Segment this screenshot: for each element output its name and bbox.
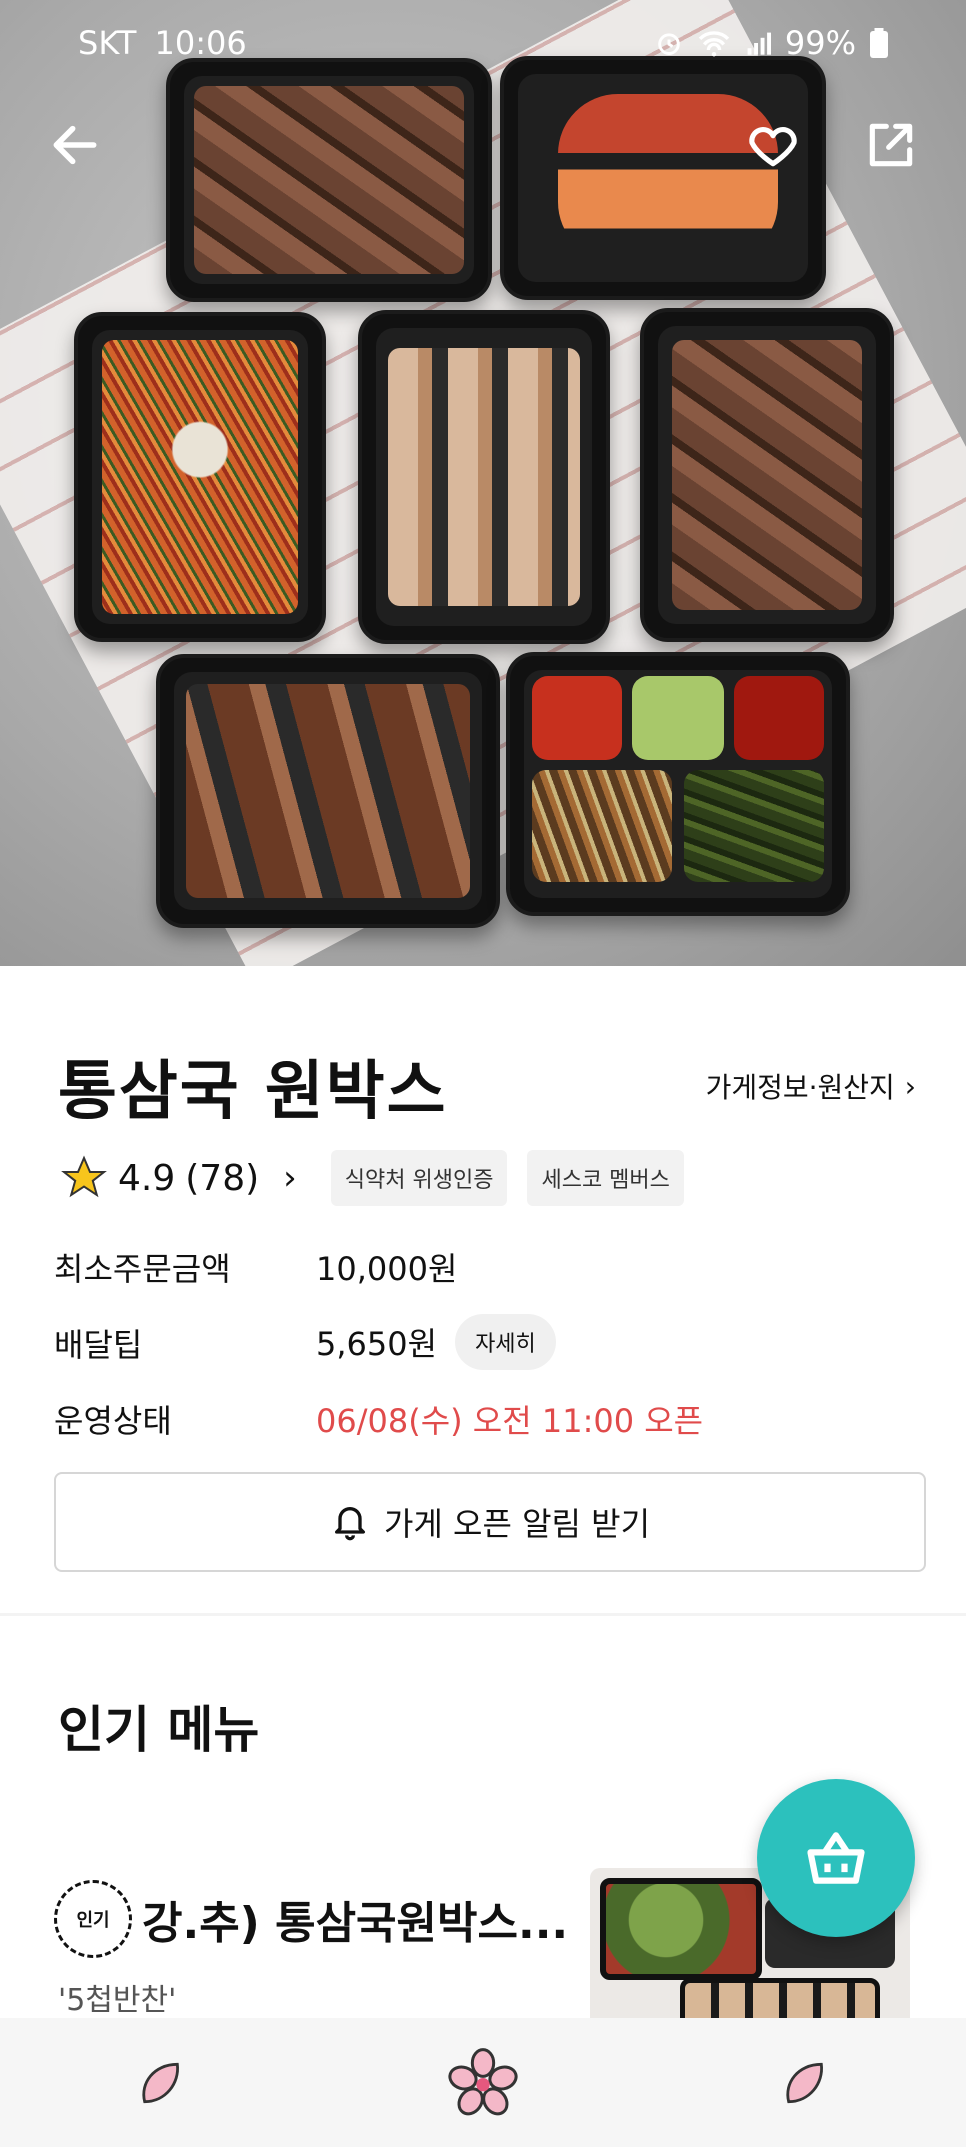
cart-button[interactable]: [757, 1779, 915, 1937]
operation-status-label: 운영상태: [54, 1402, 172, 1440]
star-icon: [61, 1155, 107, 1198]
basket-icon: [807, 1832, 865, 1884]
min-order-value: 10,000원: [316, 1250, 458, 1288]
chevron-right-icon[interactable]: ›: [283, 1158, 297, 1198]
bell-icon: [334, 1507, 365, 1541]
open-alarm-label: 가게 오픈 알림 받기: [383, 1505, 651, 1543]
food-tray: [358, 310, 610, 644]
store-info-label: 가게정보·원산지: [705, 1071, 895, 1104]
section-divider: [0, 1613, 966, 1616]
popular-menu-title: 인기 메뉴: [58, 1701, 260, 1759]
rating-row: 4.9 (78) › 식약처 위생인증 세스코 멤버스: [60, 1150, 694, 1206]
cesco-badge: 세스코 멤버스: [527, 1150, 684, 1206]
battery-icon: [870, 28, 888, 58]
store-info-link[interactable]: 가게정보·원산지 ›: [706, 1066, 916, 1106]
delivery-tip-label: 배달팁: [54, 1326, 143, 1364]
delivery-tip-row: 배달팁 5,650원 자세히: [54, 1314, 556, 1370]
back-button[interactable]: [40, 110, 110, 180]
operation-status-value: 06/08(수) 오전 11:00 오픈: [316, 1402, 704, 1440]
delivery-tip-value: 5,650원: [316, 1325, 438, 1363]
chevron-right-icon: ›: [904, 1069, 916, 1103]
wifi-icon: [698, 31, 730, 57]
cherry-blossom-icon: [448, 2047, 518, 2115]
min-order-row: 최소주문금액 10,000원: [54, 1244, 457, 1290]
signal-icon: [747, 32, 771, 55]
bottom-nav: [0, 2018, 966, 2147]
food-tray: [74, 312, 326, 642]
delivery-tip-detail-button[interactable]: 자세히: [455, 1314, 556, 1370]
menu-name: 강.추) 통삼국원박스...: [142, 1898, 569, 1949]
food-tray: [156, 654, 500, 928]
side-dish-tray: [506, 652, 850, 916]
nav-center[interactable]: [438, 2038, 528, 2128]
nav-right[interactable]: [760, 2038, 850, 2128]
petal-icon: [142, 2062, 179, 2103]
review-count[interactable]: (78): [185, 1158, 259, 1199]
arrow-left-icon: [53, 125, 97, 165]
clock: 10:06: [154, 24, 247, 62]
store-name: 통삼국 원박스: [58, 1055, 448, 1129]
heart-outline-icon: [749, 127, 797, 167]
store-hero-image: [0, 0, 966, 966]
petal-icon: [786, 2062, 823, 2103]
favorite-button[interactable]: [738, 110, 808, 180]
share-icon: [869, 123, 913, 167]
nav-left[interactable]: [116, 2038, 206, 2128]
menu-description: '5첩반찬': [58, 1983, 177, 2018]
food-tray: [166, 58, 492, 302]
alarm-icon: [658, 33, 680, 55]
status-bar: SKT 10:06 99%: [0, 0, 966, 90]
popular-menu-item[interactable]: 인기 강.추) 통삼국원박스...: [54, 1880, 568, 1958]
carrier-label: SKT: [78, 24, 137, 62]
share-button[interactable]: [856, 110, 926, 180]
food-tray: [640, 308, 894, 642]
battery-percent: 99%: [784, 24, 856, 62]
min-order-label: 최소주문금액: [54, 1250, 231, 1288]
operation-status-row: 운영상태 06/08(수) 오전 11:00 오픈: [54, 1396, 703, 1442]
rating-score: 4.9: [118, 1157, 176, 1199]
popular-badge: 인기: [54, 1880, 132, 1958]
open-alarm-button[interactable]: 가게 오픈 알림 받기: [54, 1472, 926, 1572]
hygiene-badge: 식약처 위생인증: [330, 1150, 508, 1206]
